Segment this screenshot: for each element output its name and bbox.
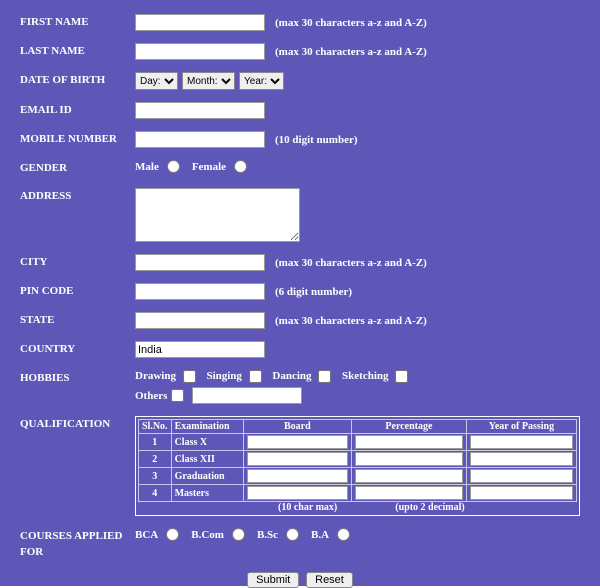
country-input[interactable] (135, 341, 265, 358)
city-label: CITY (20, 254, 135, 270)
percentage-input-2[interactable] (355, 452, 463, 466)
board-hint: (10 char max) (278, 502, 337, 513)
course-ba-radio[interactable] (337, 528, 350, 541)
table-row: 2 Class XII (139, 451, 577, 468)
qualification-label: QUALIFICATION (20, 416, 135, 432)
hobby-dancing-checkbox[interactable] (318, 370, 331, 383)
row-exam: Graduation (171, 468, 243, 485)
city-input[interactable] (135, 254, 265, 271)
hobby-others-input[interactable] (192, 387, 302, 404)
email-label: EMAIL ID (20, 102, 135, 118)
email-input[interactable] (135, 102, 265, 119)
board-input-4[interactable] (247, 486, 349, 500)
hobby-others-checkbox[interactable] (171, 389, 184, 402)
mobile-hint: (10 digit number) (275, 134, 358, 146)
gender-male-label: Male (135, 161, 159, 173)
board-input-1[interactable] (247, 435, 349, 449)
percentage-hint: (upto 2 decimal) (395, 502, 464, 513)
hobby-drawing-checkbox[interactable] (183, 370, 196, 383)
gender-female-label: Female (192, 161, 226, 173)
city-hint: (max 30 characters a-z and A-Z) (275, 257, 427, 269)
row-no: 1 (139, 434, 172, 451)
course-bsc-label: B.Sc (257, 529, 278, 541)
qualification-table: Sl.No. Examination Board Percentage Year… (138, 419, 577, 502)
header-year: Year of Passing (466, 420, 576, 434)
first-name-input[interactable] (135, 14, 265, 31)
address-label: ADDRESS (20, 188, 135, 204)
year-input-4[interactable] (470, 486, 573, 500)
course-bcom-label: B.Com (191, 529, 224, 541)
year-input-1[interactable] (470, 435, 573, 449)
percentage-input-3[interactable] (355, 469, 463, 483)
mobile-input[interactable] (135, 131, 265, 148)
course-bca-label: BCA (135, 529, 158, 541)
last-name-label: LAST NAME (20, 43, 135, 59)
row-exam: Masters (171, 485, 243, 502)
hobby-singing-label: Singing (206, 370, 241, 382)
table-row: 3 Graduation (139, 468, 577, 485)
mobile-label: MOBILE NUMBER (20, 131, 135, 147)
first-name-hint: (max 30 characters a-z and A-Z) (275, 17, 427, 29)
header-percentage: Percentage (352, 420, 467, 434)
last-name-hint: (max 30 characters a-z and A-Z) (275, 46, 427, 58)
header-board: Board (243, 420, 352, 434)
row-exam: Class X (171, 434, 243, 451)
hobby-singing-checkbox[interactable] (249, 370, 262, 383)
address-textarea[interactable] (135, 188, 300, 242)
row-exam: Class XII (171, 451, 243, 468)
pin-input[interactable] (135, 283, 265, 300)
first-name-label: FIRST NAME (20, 14, 135, 30)
pin-hint: (6 digit number) (275, 286, 352, 298)
row-no: 2 (139, 451, 172, 468)
year-input-2[interactable] (470, 452, 573, 466)
dob-month-select[interactable]: Month: (182, 72, 235, 90)
state-hint: (max 30 characters a-z and A-Z) (275, 315, 427, 327)
header-slno: Sl.No. (139, 420, 172, 434)
qual-hints: (10 char max) (upto 2 decimal) (138, 502, 577, 513)
last-name-input[interactable] (135, 43, 265, 60)
table-header-row: Sl.No. Examination Board Percentage Year… (139, 420, 577, 434)
year-input-3[interactable] (470, 469, 573, 483)
registration-form: FIRST NAME (max 30 characters a-z and A-… (0, 0, 600, 586)
hobby-sketching-label: Sketching (342, 370, 388, 382)
qualification-table-wrap: Sl.No. Examination Board Percentage Year… (135, 416, 580, 516)
gender-female-radio[interactable] (234, 160, 247, 173)
dob-day-select[interactable]: Day: (135, 72, 178, 90)
dob-year-select[interactable]: Year: (239, 72, 284, 90)
country-label: COUNTRY (20, 341, 135, 357)
percentage-input-4[interactable] (355, 486, 463, 500)
table-row: 1 Class X (139, 434, 577, 451)
percentage-input-1[interactable] (355, 435, 463, 449)
state-label: STATE (20, 312, 135, 328)
dob-label: DATE OF BIRTH (20, 72, 135, 88)
course-bca-radio[interactable] (166, 528, 179, 541)
course-bsc-radio[interactable] (286, 528, 299, 541)
hobby-drawing-label: Drawing (135, 370, 176, 382)
course-ba-label: B.A (311, 529, 329, 541)
state-input[interactable] (135, 312, 265, 329)
row-no: 3 (139, 468, 172, 485)
hobby-sketching-checkbox[interactable] (395, 370, 408, 383)
hobby-dancing-label: Dancing (272, 370, 311, 382)
gender-male-radio[interactable] (167, 160, 180, 173)
header-exam: Examination (171, 420, 243, 434)
hobbies-label: HOBBIES (20, 370, 135, 386)
table-row: 4 Masters (139, 485, 577, 502)
hobby-others-label: Others (135, 390, 167, 402)
row-no: 4 (139, 485, 172, 502)
course-bcom-radio[interactable] (232, 528, 245, 541)
gender-label: GENDER (20, 160, 135, 176)
board-input-3[interactable] (247, 469, 349, 483)
pin-label: PIN CODE (20, 283, 135, 299)
board-input-2[interactable] (247, 452, 349, 466)
courses-label: COURSES APPLIED FOR (20, 528, 135, 560)
